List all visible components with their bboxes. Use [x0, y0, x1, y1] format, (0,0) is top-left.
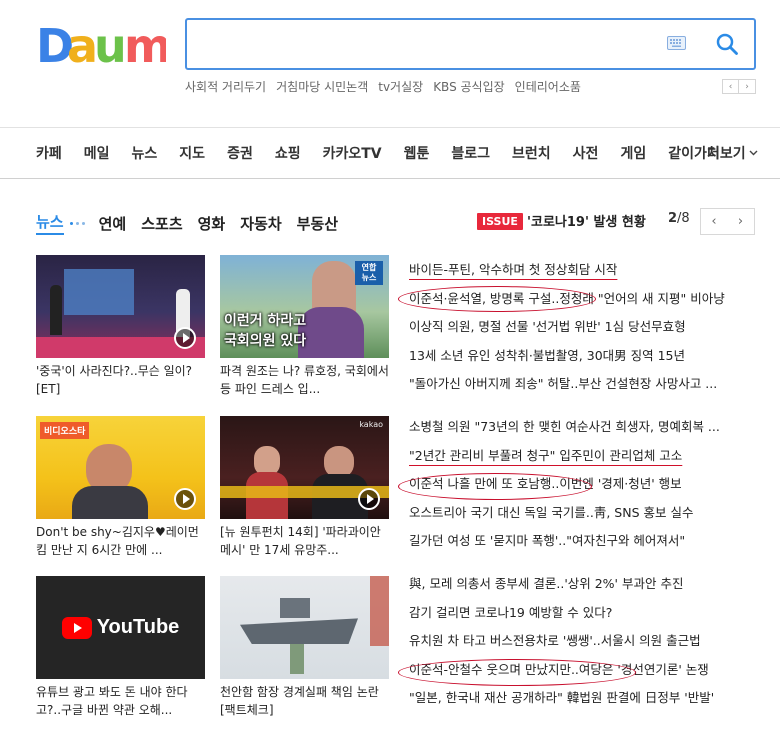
trending-keyword[interactable]: tv거실장 [378, 78, 423, 95]
service-link[interactable]: 브런치 [512, 143, 551, 163]
play-icon [174, 488, 196, 510]
issue-badge: ISSUE [477, 213, 523, 230]
news-thumb-card[interactable]: 천안함 함장 경계실패 책임 논란[팩트체크] [220, 576, 389, 719]
chevron-down-icon [749, 150, 758, 156]
trending-keyword[interactable]: 인테리어소품 [515, 78, 581, 95]
issue-page-current: 2 [668, 211, 678, 226]
headline-link[interactable]: 오스트리아 국기 대신 독일 국기를..靑, SNS 홍보 실수 [409, 499, 754, 528]
service-link[interactable]: 쇼핑 [275, 143, 301, 163]
service-link[interactable]: 메일 [84, 143, 110, 163]
headline-link[interactable]: 바이든-푸틴, 악수하며 첫 정상회담 시작 [409, 256, 754, 285]
issue-page-indicator: 2/8 [668, 211, 690, 226]
headline-list: 소병철 의원 "73년의 한 맺힌 여순사건 희생자, 명예회복 ... "2년… [409, 413, 754, 556]
trending-prev-button[interactable]: ‹ [722, 79, 739, 94]
news-thumb-caption: [뉴 원투펀치 14회] '파라과이안 메시' 만 17세 유망주... [220, 525, 381, 557]
headline-link[interactable]: 이준석-안철수 웃으며 만났지만..여당은 '경선연기론' 논쟁 [409, 656, 754, 685]
service-link[interactable]: 카페 [36, 143, 62, 163]
tab-entertainment[interactable]: 연예 [99, 213, 127, 234]
headline-link[interactable]: 이상직 의원, 명절 선물 '선거법 위반' 1심 당선무효형 [409, 313, 754, 342]
issue-page-total: /8 [677, 211, 690, 226]
news-thumb-image [220, 576, 389, 679]
trending-keywords: 사회적 거리두기 거침마당 시민논객 tv거실장 KBS 공식입장 인테리어소품 [185, 78, 581, 95]
daum-logo[interactable]: D a u m [36, 18, 166, 70]
play-icon [358, 488, 380, 510]
tab-news[interactable]: 뉴스 [36, 211, 64, 235]
overlay-badge: 연합 뉴스 [355, 261, 383, 285]
news-thumb-caption: 유튜브 광고 봐도 돈 내야 한다고?..구글 바뀐 약관 오해... [36, 685, 188, 717]
issue-prev-button[interactable]: ‹ [700, 208, 728, 235]
issue-next-button[interactable]: › [727, 208, 755, 235]
news-thumb-caption: Don't be shy~김지우♥레이먼킴 만난 지 6시간 만에 ... [36, 525, 199, 557]
headline-link[interactable]: 이준석·윤석열, 방명록 구설..정청래 "언어의 새 지평" 비아냥 [409, 285, 754, 314]
trending-keyword[interactable]: 사회적 거리두기 [185, 78, 266, 95]
tab-indicator-dots [69, 221, 85, 225]
news-thumb-image: 연합 뉴스 이런거 하라고 국회의원 있다 [220, 255, 389, 358]
tab-cars[interactable]: 자동차 [240, 213, 281, 234]
trending-keyword[interactable]: KBS 공식입장 [433, 78, 504, 95]
divider [0, 127, 780, 128]
headline-link[interactable]: "일본, 한국내 재산 공개하라" 韓법원 판결에 日정부 '반발' [409, 684, 754, 713]
overlay-badge: kakao [359, 420, 383, 429]
headline-link[interactable]: 감기 걸리면 코로나19 예방할 수 있다? [409, 599, 754, 628]
headline-link[interactable]: 유치원 차 타고 버스전용차로 '쌩쌩'..서울시 의원 출근법 [409, 627, 754, 656]
svg-text:m: m [124, 19, 166, 70]
headline-link[interactable]: 이준석 나흘 만에 또 호남행..이번엔 '경제·청년' 행보 [409, 470, 754, 499]
news-thumb-card[interactable]: 연합 뉴스 이런거 하라고 국회의원 있다 파격 원조는 나? 류호정, 국회에… [220, 255, 389, 398]
search-input[interactable] [197, 28, 657, 60]
services-more-button[interactable]: 더보기 [707, 143, 758, 163]
service-nav: 카페 메일 뉴스 지도 증권 쇼핑 카카오TV 웹툰 블로그 브런치 사전 게임… [36, 143, 742, 163]
news-thumb-image [36, 255, 205, 358]
headline-link[interactable]: 소병철 의원 "73년의 한 맺힌 여순사건 희생자, 명예회복 ... [409, 413, 754, 442]
search-icon[interactable] [715, 32, 739, 56]
svg-text:u: u [94, 19, 127, 70]
headline-link[interactable]: 13세 소년 유인 성착취·불법촬영, 30대男 징역 15년 [409, 342, 754, 371]
services-more-label: 더보기 [707, 146, 746, 162]
service-link[interactable]: 웹툰 [404, 143, 430, 163]
overlay-caption: 이런거 하라고 국회의원 있다 [224, 313, 307, 349]
headline-link[interactable]: 길가던 여성 또 '묻지마 폭행'.."여자친구와 헤어져서" [409, 527, 754, 556]
news-thumb-card[interactable]: kakao [뉴 원투펀치 14회] '파라과이안 메시' 만 17세 유망주.… [220, 416, 389, 559]
service-link[interactable]: 뉴스 [132, 143, 158, 163]
headline-link[interactable]: 與, 모레 의총서 종부세 결론..'상위 2%' 부과안 추진 [409, 570, 754, 599]
keyboard-icon[interactable] [667, 36, 686, 50]
divider [0, 178, 780, 179]
news-thumb-card[interactable]: 비디오스타 Don't be shy~김지우♥레이먼킴 만난 지 6시간 만에 … [36, 416, 205, 559]
play-icon [174, 327, 196, 349]
news-thumb-caption: 파격 원조는 나? 류호정, 국회에서 등 파인 드레스 입... [220, 364, 389, 396]
news-tabs: 뉴스 연예 스포츠 영화 자동차 부동산 [36, 211, 353, 235]
search-box [185, 18, 756, 70]
youtube-logo-icon [61, 616, 92, 639]
overlay-badge: 비디오스타 [40, 422, 90, 439]
news-thumb-card[interactable]: YouTube 유튜브 광고 봐도 돈 내야 한다고?..구글 바뀐 약관 오해… [36, 576, 205, 719]
service-link[interactable]: 블로그 [451, 143, 490, 163]
service-link[interactable]: 증권 [227, 143, 253, 163]
headline-list: 바이든-푸틴, 악수하며 첫 정상회담 시작 이준석·윤석열, 방명록 구설..… [409, 256, 754, 399]
news-thumb-image: 비디오스타 [36, 416, 205, 519]
headline-link[interactable]: "돌아가신 아버지께 죄송" 허탈..부산 건설현장 사망사고 ... [409, 370, 754, 399]
issue-link[interactable]: '코로나19' 발생 현황 [527, 211, 646, 230]
news-thumb-image: kakao [220, 416, 389, 519]
headline-link[interactable]: "2년간 관리비 부풀려 청구" 입주민이 관리업체 고소 [409, 442, 754, 471]
service-link[interactable]: 게임 [620, 143, 646, 163]
youtube-wordmark: YouTube [96, 616, 180, 638]
service-link[interactable]: 카카오TV [323, 143, 382, 163]
trending-keyword[interactable]: 거침마당 시민논객 [276, 78, 368, 95]
service-link[interactable]: 지도 [179, 143, 205, 163]
tab-sports[interactable]: 스포츠 [141, 213, 182, 234]
news-thumb-caption: 천안함 함장 경계실패 책임 논란[팩트체크] [220, 685, 379, 717]
headline-list: 與, 모레 의총서 종부세 결론..'상위 2%' 부과안 추진 감기 걸리면 … [409, 570, 754, 713]
trending-pager: ‹ › [722, 79, 756, 94]
trending-next-button[interactable]: › [739, 79, 756, 94]
news-thumb-card[interactable]: '중국'이 사라진다?..무슨 일이?[ET] [36, 255, 205, 398]
news-thumb-caption: '중국'이 사라진다?..무슨 일이?[ET] [36, 364, 193, 396]
news-thumb-image: YouTube [36, 576, 205, 679]
tab-movies[interactable]: 영화 [198, 213, 226, 234]
tab-real-estate[interactable]: 부동산 [297, 213, 338, 234]
service-link[interactable]: 사전 [573, 143, 599, 163]
